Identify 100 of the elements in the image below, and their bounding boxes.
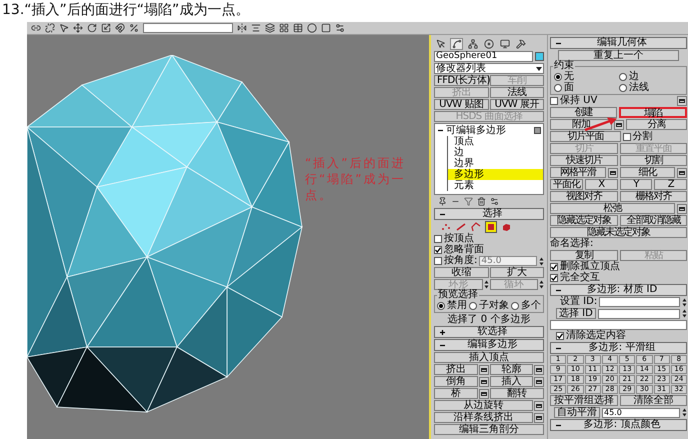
magnet-icon[interactable] <box>115 23 125 33</box>
threshold-field[interactable]: 45.0 <box>602 408 680 418</box>
settings-button[interactable] <box>478 388 488 398</box>
settings-button[interactable] <box>478 364 488 374</box>
panel-button[interactable]: 复制 <box>550 250 618 261</box>
panel-button[interactable]: 快速切片 <box>550 155 618 166</box>
panel-button[interactable]: 全部取消隐藏 <box>620 215 687 226</box>
panel-button[interactable]: 隐藏选定对象 <box>550 215 618 226</box>
panel-button[interactable]: 收缩 <box>434 267 488 278</box>
panel-button[interactable]: X <box>584 179 618 190</box>
settings-button[interactable] <box>677 96 687 106</box>
radio-button[interactable] <box>619 84 627 92</box>
panel-button[interactable]: FFD(长方体) <box>434 75 488 86</box>
checkbox[interactable] <box>434 257 442 265</box>
disc-icon[interactable] <box>482 38 495 50</box>
panel-button[interactable]: 切割 <box>620 155 687 166</box>
settings-button[interactable] <box>534 364 544 374</box>
panel-button[interactable]: 翻转 <box>490 388 544 399</box>
repeat-last-button[interactable]: 重复上一个 <box>558 50 679 61</box>
layers-icon[interactable] <box>265 23 275 33</box>
material-dropdown[interactable] <box>550 320 687 330</box>
move-icon[interactable] <box>73 23 83 33</box>
radio-button[interactable] <box>469 302 477 310</box>
checkbox[interactable] <box>550 97 558 105</box>
radio-button[interactable] <box>437 302 445 310</box>
radio-button[interactable] <box>619 73 627 81</box>
set-id-field[interactable] <box>599 297 680 307</box>
settings-icon[interactable] <box>490 197 499 206</box>
grid-icon[interactable] <box>279 23 289 33</box>
settings-button[interactable] <box>614 120 624 130</box>
panel-button[interactable]: 平面化 <box>550 179 583 190</box>
hammer-icon[interactable] <box>514 38 527 50</box>
vertex-mode-icon[interactable] <box>440 221 452 233</box>
percent-icon[interactable] <box>129 23 139 33</box>
panel-button[interactable]: Y <box>620 179 652 190</box>
checkbox[interactable] <box>550 263 558 271</box>
radio-button[interactable] <box>511 302 519 310</box>
select-id-field[interactable] <box>598 308 680 318</box>
rollout-header[interactable]: 软选择 <box>434 326 544 338</box>
stack-subitem[interactable]: 顶点 <box>447 136 543 147</box>
panel-button[interactable]: 倒角 <box>434 376 478 387</box>
border-mode-icon[interactable] <box>470 221 482 233</box>
radio-button[interactable] <box>554 73 562 81</box>
settings-button[interactable] <box>478 376 488 386</box>
panel-button[interactable]: 桥 <box>434 388 478 399</box>
table-icon[interactable] <box>293 23 303 33</box>
checkbox[interactable] <box>622 132 630 140</box>
stack-subitem[interactable]: 多边形 <box>447 169 543 180</box>
spinner-icon[interactable] <box>682 309 687 318</box>
trash-icon[interactable] <box>477 197 486 206</box>
object-color-swatch[interactable] <box>535 52 544 61</box>
panel-button[interactable]: 分离 <box>626 119 687 130</box>
object-name-field[interactable]: GeoSphere01 <box>434 51 533 62</box>
panel-button[interactable]: 切片平面 <box>550 131 620 142</box>
pin-icon[interactable] <box>438 197 447 206</box>
curve-icon[interactable] <box>450 38 463 50</box>
select-by-sg-button[interactable]: 按平滑组选择 <box>550 395 618 406</box>
modifier-list-dropdown[interactable]: 修改器列表 <box>434 63 544 74</box>
panel-button[interactable]: Z <box>654 179 687 190</box>
settings-button[interactable] <box>677 168 687 178</box>
panel-button[interactable]: 插入顶点 <box>434 352 544 363</box>
rotate-icon[interactable] <box>87 23 97 33</box>
rollout-header[interactable]: 编辑几何体 <box>550 37 687 49</box>
rollout-header[interactable]: 编辑多边形 <box>434 339 544 351</box>
spinner-icon[interactable] <box>682 298 687 306</box>
panel-button[interactable]: 网格平滑 <box>550 167 606 178</box>
align-icon[interactable] <box>251 23 261 33</box>
unlink-icon[interactable] <box>45 23 55 33</box>
rollout-header[interactable]: 多边形: 顶点颜色 <box>550 419 687 431</box>
mirror-icon[interactable] <box>237 23 247 33</box>
panel-button[interactable]: 细化 <box>620 167 675 178</box>
scale-icon[interactable] <box>101 23 111 33</box>
checkbox[interactable] <box>434 246 442 254</box>
stack-subitem[interactable]: 边 <box>447 147 543 158</box>
polygon-mode-icon[interactable] <box>485 221 497 233</box>
spinner-icon[interactable] <box>539 256 544 266</box>
select-id-button[interactable]: 选择 ID <box>556 308 596 319</box>
settings-button[interactable] <box>608 168 618 178</box>
monitor-icon[interactable] <box>498 38 511 50</box>
panel-button[interactable]: 法线 <box>490 87 544 98</box>
stack-item[interactable]: 可编辑多边形 <box>446 125 532 136</box>
panel-button[interactable]: 创建 <box>550 107 616 118</box>
clear-all-button[interactable]: 清除全部 <box>620 395 687 406</box>
settings-button[interactable] <box>534 400 544 410</box>
auto-smooth-button[interactable]: 自动平滑 <box>554 407 600 418</box>
link-icon[interactable] <box>31 23 41 33</box>
panel-button[interactable]: 轮廓 <box>490 364 533 375</box>
selection-set-dropdown[interactable] <box>143 23 233 33</box>
dropdown-arrow-icon[interactable] <box>536 66 542 70</box>
cursor-icon[interactable] <box>59 23 69 33</box>
rollout-header[interactable]: 多边形: 平滑组 <box>550 342 687 354</box>
panel-button[interactable]: 扩大 <box>490 267 544 278</box>
settings-button[interactable] <box>534 376 544 386</box>
panel-button[interactable]: UVW 贴图 <box>434 99 488 110</box>
stack-toggle-icon[interactable] <box>534 127 541 134</box>
panel-button[interactable]: 松弛 <box>550 203 675 214</box>
radio-button[interactable] <box>554 84 562 92</box>
panel-button[interactable]: 插入 <box>490 376 533 387</box>
rollout-header[interactable]: 选择 <box>434 208 544 220</box>
panel-button[interactable]: 栅格对齐 <box>620 191 687 202</box>
